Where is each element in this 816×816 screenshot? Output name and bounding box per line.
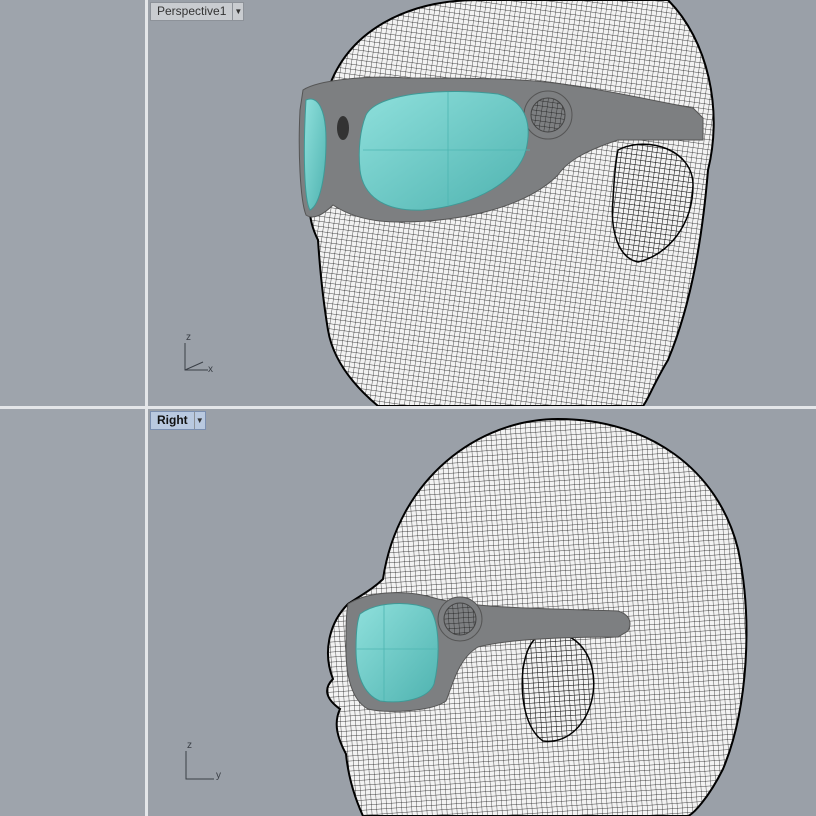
axis-label-vertical: z <box>186 332 191 343</box>
axis-gizmo: z y <box>185 740 221 781</box>
viewport-title: Right <box>157 413 188 427</box>
axis-label-vertical: z <box>187 740 192 751</box>
axis-label-horizontal: y <box>216 770 221 781</box>
right-viewport[interactable]: Right ▼ z y <box>148 409 816 816</box>
perspective-scene: z x <box>184 0 715 406</box>
axis-gizmo: z x <box>184 332 213 375</box>
right-scene: z y <box>185 417 748 816</box>
perspective-viewport[interactable]: Perspective1 ▼ z x <box>148 0 816 406</box>
goggle-lens-profile <box>355 603 439 703</box>
viewport-tab-perspective[interactable]: Perspective1 ▼ <box>150 2 245 21</box>
chevron-down-icon[interactable]: ▼ <box>193 412 205 429</box>
viewport-tab-right[interactable]: Right ▼ <box>150 411 206 430</box>
axis-label-horizontal: x <box>208 364 213 375</box>
chevron-down-icon[interactable]: ▼ <box>232 3 243 20</box>
viewport-title: Perspective1 <box>157 4 227 18</box>
